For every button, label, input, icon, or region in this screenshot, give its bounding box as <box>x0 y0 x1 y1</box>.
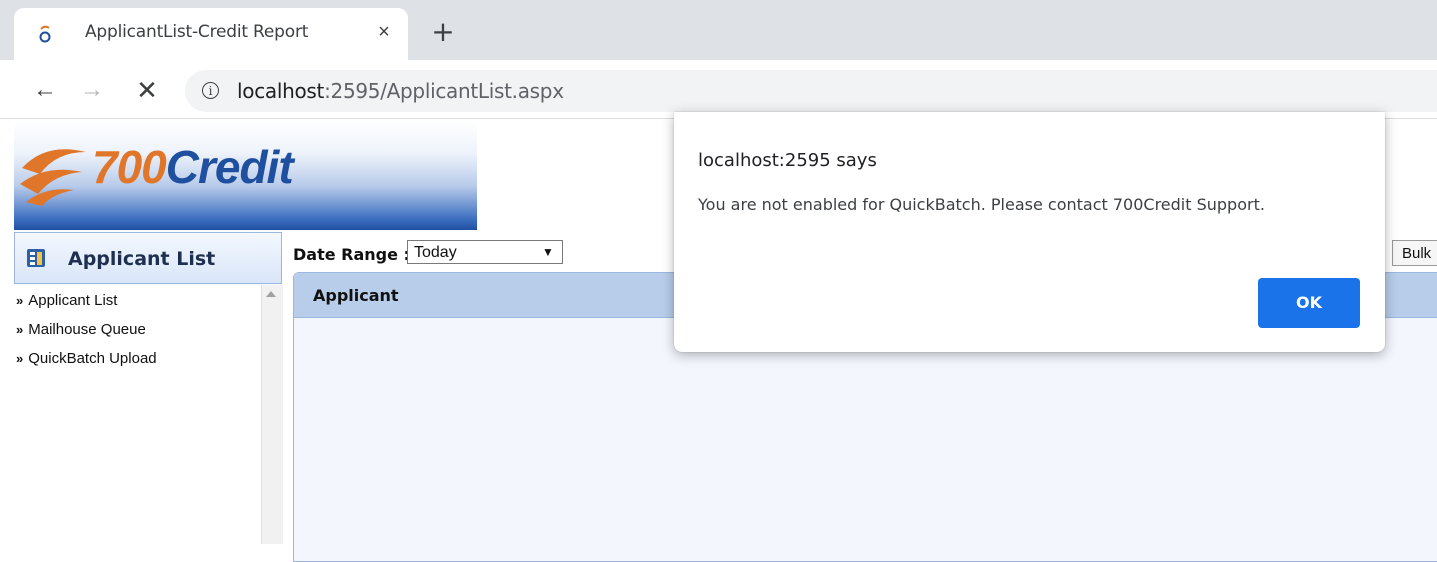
url-path: :2595/ApplicantList.aspx <box>324 79 564 103</box>
logo-word: Credit <box>165 141 294 193</box>
logo-number: 700 <box>92 141 167 193</box>
scroll-up-arrow-icon[interactable] <box>266 291 276 297</box>
dialog-title: localhost:2595 says <box>698 150 877 171</box>
stop-loading-icon[interactable]: ✕ <box>135 77 159 103</box>
sidebar-item-label: Mailhouse Queue <box>28 321 146 338</box>
sidebar-item-applicant-list[interactable]: » Applicant List <box>16 292 117 309</box>
sidebar-item-mailhouse-queue[interactable]: » Mailhouse Queue <box>16 321 146 338</box>
date-range-value: Today <box>414 244 457 261</box>
dropdown-arrow-icon[interactable]: ▼ <box>542 245 554 259</box>
back-arrow-icon[interactable]: ← <box>33 77 57 103</box>
sidebar-scrollbar[interactable] <box>261 285 283 544</box>
applicant-list-icon <box>27 249 45 267</box>
bulk-button-label: Bulk <box>1402 245 1432 262</box>
chevron-right-icon: » <box>16 351 24 366</box>
sidebar-title: Applicant List <box>68 248 216 270</box>
dialog-message: You are not enabled for QuickBatch. Plea… <box>698 195 1265 214</box>
forward-arrow-icon[interactable]: → <box>80 77 104 103</box>
sidebar-item-quickbatch-upload[interactable]: » QuickBatch Upload <box>16 350 157 367</box>
url-text[interactable]: localhost:2595/ApplicantList.aspx <box>237 79 564 103</box>
site-info-icon[interactable]: i <box>202 82 219 99</box>
date-range-label: Date Range : <box>293 245 410 264</box>
tab-title: ApplicantList-Credit Report <box>85 22 309 42</box>
chevron-right-icon: » <box>16 322 24 337</box>
site-favicon-icon <box>39 25 51 43</box>
column-header-applicant[interactable]: Applicant <box>313 286 399 305</box>
url-host: localhost <box>237 79 325 103</box>
sidebar-item-label: QuickBatch Upload <box>28 350 157 367</box>
chevron-right-icon: » <box>16 293 24 308</box>
sidebar-item-label: Applicant List <box>28 292 118 309</box>
logo-swoosh-icon <box>20 149 86 206</box>
logo-wordmark: 700Credit <box>92 140 294 194</box>
new-tab-icon[interactable]: + <box>430 18 456 46</box>
tab-close-icon[interactable]: × <box>374 22 394 42</box>
ok-button[interactable]: OK <box>1258 278 1360 328</box>
